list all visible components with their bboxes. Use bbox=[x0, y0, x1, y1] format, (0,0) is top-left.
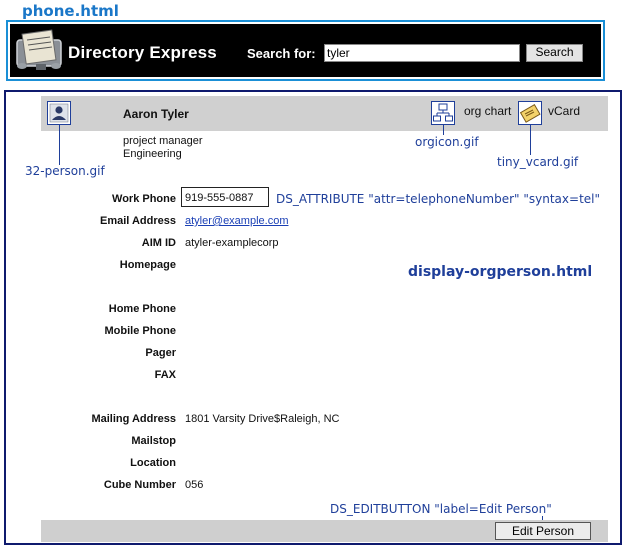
email-link[interactable]: atyler@example.com bbox=[185, 215, 288, 227]
mailing-address-value: 1801 Varsity Drive$Raleigh, NC bbox=[185, 413, 340, 425]
app-title: Directory Express bbox=[68, 43, 217, 62]
rolodex-icon bbox=[16, 29, 62, 70]
search-label: Search for: bbox=[247, 46, 316, 61]
person-icon bbox=[47, 101, 71, 125]
phone-html-annotation: phone.html bbox=[22, 2, 119, 20]
person-gif-connector bbox=[59, 125, 60, 165]
edit-person-button[interactable]: Edit Person bbox=[495, 522, 591, 540]
pager-label: Pager bbox=[145, 347, 176, 359]
ds-attribute-annotation: DS_ATTRIBUTE "attr=telephoneNumber" "syn… bbox=[276, 192, 601, 206]
display-orgperson-annotation: display-orgperson.html bbox=[408, 264, 593, 280]
search-button[interactable]: Search bbox=[526, 44, 583, 62]
cube-number-value: 056 bbox=[185, 479, 204, 491]
email-link-container[interactable]: atyler@example.com bbox=[185, 215, 288, 227]
person-department: Engineering bbox=[123, 148, 182, 160]
vcard-icon[interactable] bbox=[518, 101, 542, 125]
orgicon-gif-annotation: orgicon.gif bbox=[415, 135, 479, 149]
tiny-vcard-gif-annotation: tiny_vcard.gif bbox=[497, 155, 579, 169]
cube-number-label: Cube Number bbox=[103, 479, 176, 491]
aim-id-label: AIM ID bbox=[141, 237, 176, 249]
mobile-phone-label: Mobile Phone bbox=[104, 325, 177, 337]
search-input[interactable] bbox=[324, 44, 520, 62]
aim-id-value: atyler-examplecorp bbox=[185, 237, 279, 249]
mailstop-label: Mailstop bbox=[131, 435, 176, 447]
mailing-address-label: Mailing Address bbox=[91, 413, 176, 425]
location-label: Location bbox=[130, 457, 176, 469]
person-name: Aaron Tyler bbox=[123, 107, 189, 121]
person-gif-annotation: 32-person.gif bbox=[25, 164, 105, 178]
orgicon-gif-connector bbox=[443, 125, 444, 135]
person-title: project manager bbox=[123, 135, 203, 147]
org-chart-link[interactable]: org chart bbox=[464, 104, 511, 118]
ds-editbutton-annotation: DS_EDITBUTTON "label=Edit Person" bbox=[330, 502, 552, 516]
home-phone-label: Home Phone bbox=[108, 303, 176, 315]
vcard-link[interactable]: vCard bbox=[548, 104, 580, 118]
work-phone-label: Work Phone bbox=[112, 193, 176, 205]
tiny-vcard-gif-connector bbox=[530, 125, 531, 155]
homepage-label: Homepage bbox=[119, 259, 176, 271]
work-phone-value: 919-555-0887 bbox=[185, 192, 254, 204]
org-chart-icon[interactable] bbox=[431, 101, 455, 125]
email-label: Email Address bbox=[99, 215, 176, 227]
fax-label: FAX bbox=[154, 369, 176, 381]
